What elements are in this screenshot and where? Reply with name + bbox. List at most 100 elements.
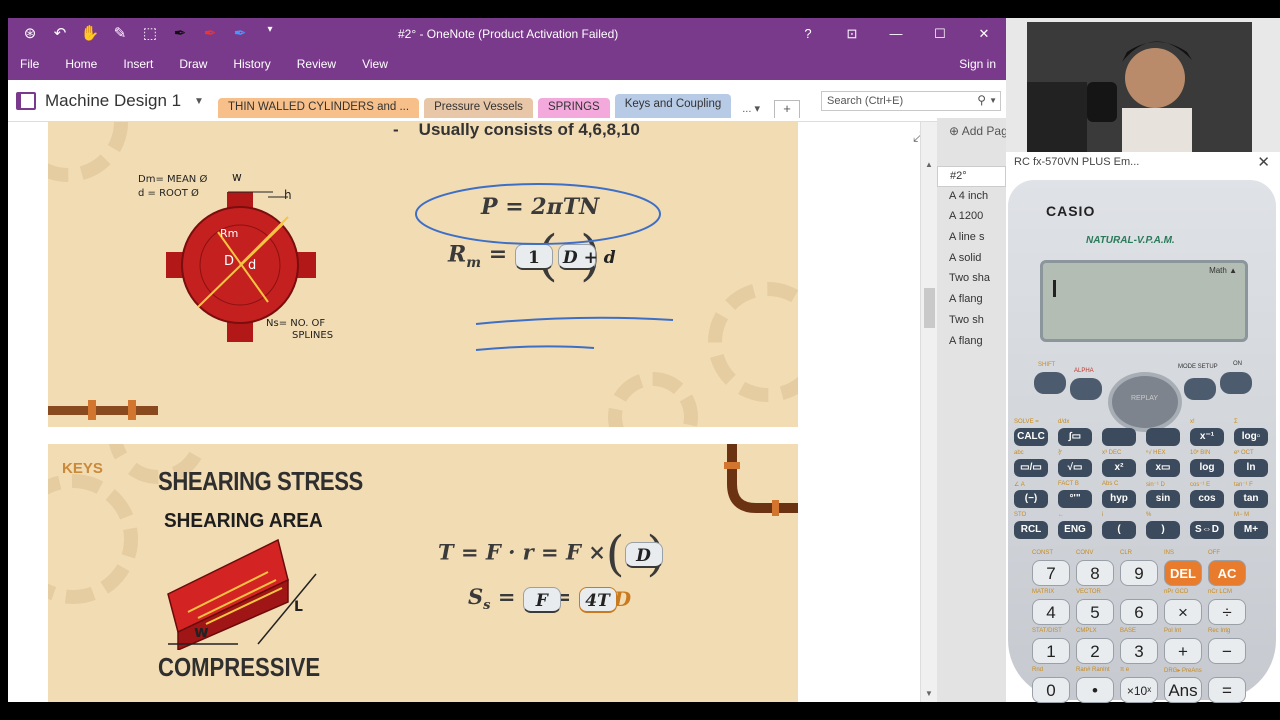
on-key[interactable] [1220,372,1252,394]
lasso-icon[interactable]: ⬚ [140,24,160,42]
maximize-button[interactable]: ☐ [918,18,962,50]
tab-file[interactable]: File [20,57,39,71]
page-item[interactable]: A solid [937,249,1006,270]
number-key[interactable]: DEL [1164,560,1202,586]
alpha-key[interactable] [1070,378,1102,400]
number-key[interactable]: ×10ˣ [1120,677,1158,703]
customize-icon[interactable]: ▾ [260,24,280,42]
number-key[interactable]: = [1208,677,1246,703]
tab-insert[interactable]: Insert [123,57,153,71]
function-key[interactable]: x▭ [1146,459,1180,477]
section-tab-keys-coupling[interactable]: Keys and Coupling [614,94,732,118]
function-key[interactable]: ) [1146,521,1180,539]
page-item[interactable]: Two sh [937,311,1006,332]
page-item[interactable]: #2° [937,166,1006,187]
function-key[interactable] [1146,428,1180,446]
page-item[interactable]: A 1200 [937,207,1006,228]
function-key[interactable]: M+ [1234,521,1268,539]
function-key[interactable] [1102,428,1136,446]
pen-mode-icon[interactable]: ✎ [110,24,130,42]
calculator-close-button[interactable]: ✕ [1257,153,1270,171]
pen-blue-icon[interactable]: ✒ [230,24,250,42]
notebook-name[interactable]: Machine Design 1 [45,91,181,111]
function-key[interactable]: °'" [1058,490,1092,508]
tab-history[interactable]: History [233,57,270,71]
mode-key[interactable] [1184,378,1216,400]
add-section-button[interactable]: + [774,100,800,118]
section-tab-pressure-vessels[interactable]: Pressure Vessels [424,98,533,118]
number-key[interactable]: 5 [1076,599,1114,625]
number-key[interactable]: × [1164,599,1202,625]
tab-home[interactable]: Home [65,57,97,71]
fullscreen-icon[interactable]: ⊡ [830,18,874,50]
number-key[interactable]: 9 [1120,560,1158,586]
formula-text: T = F · r = F × [438,539,606,565]
section-tab-thin-walled[interactable]: THIN WALLED CYLINDERS and ... [218,98,420,118]
function-key[interactable]: ∫▭ [1058,428,1092,446]
tab-view[interactable]: View [362,57,388,71]
function-key[interactable]: (−) [1014,490,1048,508]
page-scrollbar[interactable]: ▲ ▼ [920,122,937,702]
function-key[interactable]: cos [1190,490,1224,508]
function-key[interactable]: ENG [1058,521,1092,539]
scroll-up-icon[interactable]: ▲ [925,160,933,169]
function-key[interactable]: ln [1234,459,1268,477]
number-key[interactable]: 4 [1032,599,1070,625]
replay-navpad[interactable]: REPLAY [1108,372,1182,432]
number-key[interactable]: + [1164,638,1202,664]
number-key[interactable]: AC [1208,560,1246,586]
number-key[interactable]: 6 [1120,599,1158,625]
number-key[interactable]: ÷ [1208,599,1246,625]
function-key[interactable]: tan [1234,490,1268,508]
sign-in-link[interactable]: Sign in [959,57,996,71]
page-item[interactable]: Two sha [937,269,1006,290]
function-key[interactable]: S⇔D [1190,521,1224,539]
search-input[interactable]: Search (Ctrl+E) ⚲ ▼ [821,91,1001,111]
number-key[interactable]: 3 [1120,638,1158,664]
section-tab-springs[interactable]: SPRINGS [537,98,610,118]
undo-icon[interactable]: ↶ [50,24,70,42]
help-button[interactable]: ? [786,18,830,50]
page-item[interactable]: A flang [937,290,1006,311]
function-key[interactable]: log▫ [1234,428,1268,446]
function-key[interactable]: CALC [1014,428,1048,446]
function-key[interactable]: sin [1146,490,1180,508]
chevron-down-icon[interactable]: ▼ [194,96,204,107]
touch-icon[interactable]: ✋ [80,24,100,42]
more-sections-button[interactable]: ... ▾ [736,99,766,118]
function-key[interactable]: √▭ [1058,459,1092,477]
page-item[interactable]: A 4 inch [937,187,1006,208]
function-key[interactable]: x² [1102,459,1136,477]
number-key[interactable]: Ans [1164,677,1202,703]
number-key[interactable]: 7 [1032,560,1070,586]
number-key[interactable]: • [1076,677,1114,703]
page-canvas[interactable]: - Usually consists of 4,6,8,10 Dm= MEAN Ø… [8,122,920,702]
tab-review[interactable]: Review [297,57,336,71]
number-key[interactable]: 1 [1032,638,1070,664]
scroll-down-icon[interactable]: ▼ [925,689,933,698]
search-icon[interactable]: ⚲ [977,93,986,107]
close-button[interactable]: ✕ [962,18,1006,50]
number-key[interactable]: − [1208,638,1246,664]
function-key[interactable]: ▭/▭ [1014,459,1048,477]
function-key[interactable]: RCL [1014,521,1048,539]
pen-red-icon[interactable]: ✒ [200,24,220,42]
function-key[interactable]: hyp [1102,490,1136,508]
pen-black-icon[interactable]: ✒ [170,24,190,42]
add-page-button[interactable]: ⊕ Add Page [937,118,1006,146]
function-key[interactable]: log [1190,459,1224,477]
minimize-button[interactable]: — [874,18,918,50]
number-key[interactable]: 0 [1032,677,1070,703]
back-icon[interactable]: ⊛ [20,24,40,42]
search-scope-dropdown[interactable]: ▼ [989,96,997,105]
key-shift-label: x³ DEC [1102,450,1122,456]
number-key[interactable]: 2 [1076,638,1114,664]
function-key[interactable]: x⁻¹ [1190,428,1224,446]
scroll-thumb[interactable] [924,288,935,328]
tab-draw[interactable]: Draw [179,57,207,71]
function-key[interactable]: ( [1102,521,1136,539]
page-item[interactable]: A line s [937,228,1006,249]
shift-key[interactable] [1034,372,1066,394]
page-item[interactable]: A flang [937,332,1006,353]
number-key[interactable]: 8 [1076,560,1114,586]
